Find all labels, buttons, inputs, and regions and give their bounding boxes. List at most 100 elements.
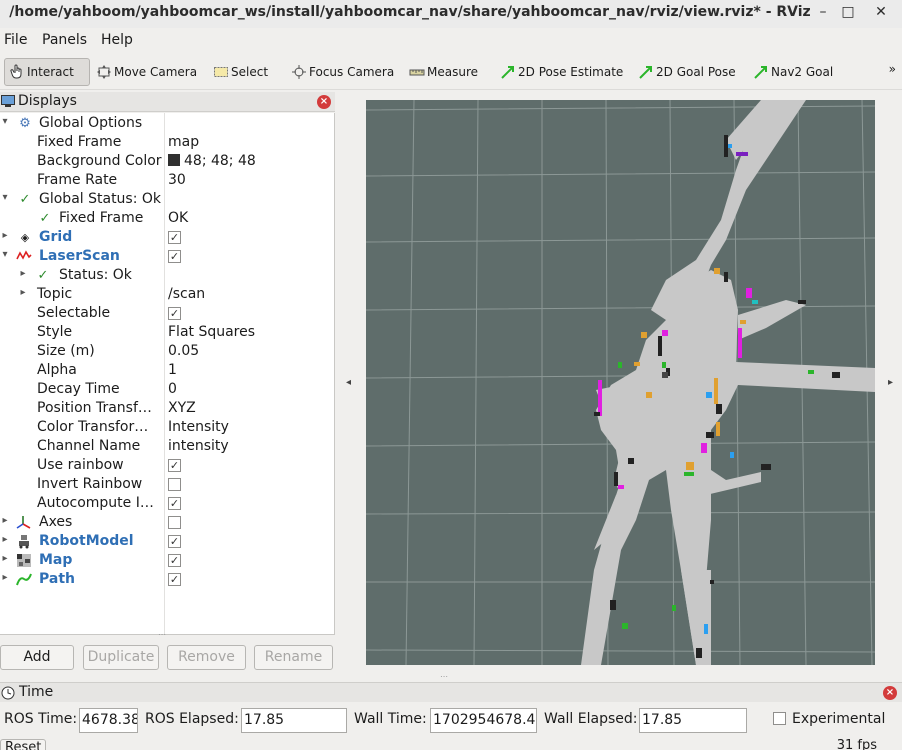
size-value[interactable]: 0.05 <box>168 343 199 359</box>
laserscan-enabled-checkbox[interactable]: ✓ <box>168 250 181 263</box>
maximize-button[interactable]: □ <box>836 2 860 24</box>
collapse-arrow-icon[interactable]: ▸ <box>0 534 10 545</box>
tree-row-fixed-frame-status[interactable]: ✓ Fixed Frame OK <box>0 209 334 228</box>
alpha-value[interactable]: 1 <box>168 362 177 378</box>
tree-row-background-color[interactable]: Background Color 48; 48; 48 <box>0 152 334 171</box>
select-tool-label: Select <box>231 65 269 79</box>
displays-panel-title: Displays <box>18 93 77 109</box>
background-color-value[interactable]: 48; 48; 48 <box>168 153 256 169</box>
close-panel-icon[interactable]: × <box>883 686 897 700</box>
tree-row-grid[interactable]: ▸ ◈ Grid ✓ <box>0 228 334 247</box>
collapse-arrow-icon[interactable]: ▸ <box>0 515 10 526</box>
focus-camera-tool-button[interactable]: Focus Camera <box>291 58 394 86</box>
tree-row-decay-time[interactable]: Decay Time 0 <box>0 380 334 399</box>
decay-time-value[interactable]: 0 <box>168 381 177 397</box>
tree-row-invert-rainbow[interactable]: Invert Rainbow <box>0 475 334 494</box>
collapse-right-panel-arrow[interactable]: ▸ <box>888 377 893 388</box>
time-panel-title: Time <box>19 684 54 700</box>
reset-button[interactable]: Reset <box>0 739 46 750</box>
tree-row-label: Position Transf… <box>37 400 152 416</box>
close-panel-icon[interactable]: × <box>317 95 331 109</box>
collapse-arrow-icon[interactable]: ▸ <box>0 572 10 583</box>
splitter-handle[interactable]: ⋯ <box>440 672 448 681</box>
ros-time-field[interactable]: 4678.38 <box>79 708 138 733</box>
color-swatch <box>168 154 180 166</box>
2d-pose-estimate-tool-button[interactable]: 2D Pose Estimate <box>500 58 623 86</box>
select-tool-button[interactable]: Select <box>213 58 268 86</box>
channel-name-value[interactable]: intensity <box>168 438 229 454</box>
tree-row-global-status[interactable]: ▾ ✓ Global Status: Ok <box>0 190 334 209</box>
fixed-frame-value[interactable]: map <box>168 134 199 150</box>
tree-row-label: Map <box>39 552 73 568</box>
splitter-handle[interactable]: ⋯ <box>158 630 166 639</box>
tree-row-fixed-frame[interactable]: Fixed Frame map <box>0 133 334 152</box>
expand-arrow-icon[interactable]: ▾ <box>0 192 10 203</box>
tree-row-selectable[interactable]: Selectable ✓ <box>0 304 334 323</box>
selectable-checkbox[interactable]: ✓ <box>168 307 181 320</box>
duplicate-display-button[interactable]: Duplicate <box>83 645 159 670</box>
color-transformer-value[interactable]: Intensity <box>168 419 229 435</box>
minimize-button[interactable]: – <box>811 2 835 24</box>
position-transformer-value[interactable]: XYZ <box>168 400 196 416</box>
interact-tool-button[interactable]: Interact <box>4 58 90 86</box>
menu-help[interactable]: Help <box>101 32 133 48</box>
topic-value[interactable]: /scan <box>168 286 205 302</box>
add-display-button[interactable]: Add <box>0 645 74 670</box>
use-rainbow-checkbox[interactable]: ✓ <box>168 459 181 472</box>
move-camera-tool-button[interactable]: Move Camera <box>96 58 197 86</box>
axes-enabled-checkbox[interactable] <box>168 516 181 529</box>
tree-row-autocompute-intensity[interactable]: Autocompute I… ✓ <box>0 494 334 513</box>
tree-row-color-transformer[interactable]: Color Transfor… Intensity <box>0 418 334 437</box>
wall-elapsed-field[interactable]: 17.85 <box>639 708 747 733</box>
tree-row-laserscan-status[interactable]: ▸ ✓ Status: Ok <box>0 266 334 285</box>
collapse-arrow-icon[interactable]: ▸ <box>18 287 28 298</box>
experimental-checkbox[interactable] <box>773 712 786 725</box>
tree-row-label: Selectable <box>37 305 111 321</box>
map-render[interactable] <box>366 100 875 665</box>
checkmark-status-icon: ✓ <box>19 192 31 207</box>
2d-goal-pose-tool-button[interactable]: 2D Goal Pose <box>638 58 736 86</box>
collapse-arrow-icon[interactable]: ▸ <box>18 268 28 279</box>
tree-row-size[interactable]: Size (m) 0.05 <box>0 342 334 361</box>
autocompute-intensity-checkbox[interactable]: ✓ <box>168 497 181 510</box>
invert-rainbow-checkbox[interactable] <box>168 478 181 491</box>
close-window-button[interactable]: ✕ <box>869 2 893 24</box>
map-enabled-checkbox[interactable]: ✓ <box>168 554 181 567</box>
rename-display-button[interactable]: Rename <box>254 645 333 670</box>
tree-row-robotmodel[interactable]: ▸ RobotModel ✓ <box>0 532 334 551</box>
measure-tool-button[interactable]: Measure <box>409 58 478 86</box>
tree-row-laserscan[interactable]: ▾ LaserScan ✓ <box>0 247 334 266</box>
tree-row-path[interactable]: ▸ Path ✓ <box>0 570 334 589</box>
tree-row-use-rainbow[interactable]: Use rainbow ✓ <box>0 456 334 475</box>
tree-row-axes[interactable]: ▸ Axes <box>0 513 334 532</box>
toolbar-overflow-button[interactable]: » <box>889 62 896 76</box>
tree-row-style[interactable]: Style Flat Squares <box>0 323 334 342</box>
expand-arrow-icon[interactable]: ▾ <box>0 116 10 127</box>
style-value[interactable]: Flat Squares <box>168 324 255 340</box>
tree-row-channel-name[interactable]: Channel Name intensity <box>0 437 334 456</box>
nav2-goal-tool-button[interactable]: Nav2 Goal <box>753 58 833 86</box>
tree-row-label: Global Options <box>39 115 143 131</box>
remove-display-button[interactable]: Remove <box>167 645 246 670</box>
collapse-arrow-icon[interactable]: ▸ <box>0 553 10 564</box>
tree-row-frame-rate[interactable]: Frame Rate 30 <box>0 171 334 190</box>
tree-row-alpha[interactable]: Alpha 1 <box>0 361 334 380</box>
menu-file[interactable]: File <box>4 32 27 48</box>
monitor-icon <box>1 95 15 108</box>
menu-panels[interactable]: Panels <box>42 32 87 48</box>
grid-enabled-checkbox[interactable]: ✓ <box>168 231 181 244</box>
wall-time-field[interactable]: 1702954678.41 <box>430 708 537 733</box>
tree-row-map[interactable]: ▸ Map ✓ <box>0 551 334 570</box>
ros-elapsed-field[interactable]: 17.85 <box>241 708 347 733</box>
tree-row-topic[interactable]: ▸ Topic /scan <box>0 285 334 304</box>
collapse-left-panel-arrow[interactable]: ◂ <box>346 377 351 388</box>
path-enabled-checkbox[interactable]: ✓ <box>168 573 181 586</box>
tree-row-global-options[interactable]: ▾ ⚙ Global Options <box>0 114 334 133</box>
3d-viewport[interactable] <box>366 100 875 665</box>
robotmodel-enabled-checkbox[interactable]: ✓ <box>168 535 181 548</box>
focus-camera-tool-label: Focus Camera <box>309 65 395 79</box>
collapse-arrow-icon[interactable]: ▸ <box>0 230 10 241</box>
tree-row-position-transformer[interactable]: Position Transf… XYZ <box>0 399 334 418</box>
frame-rate-value[interactable]: 30 <box>168 172 186 188</box>
expand-arrow-icon[interactable]: ▾ <box>0 249 10 260</box>
